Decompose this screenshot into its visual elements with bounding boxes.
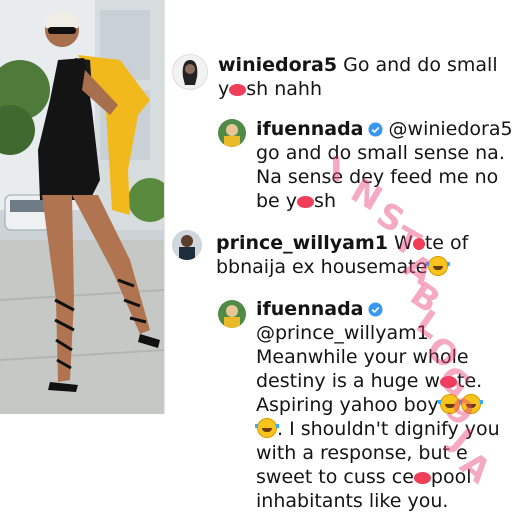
comment-text: bbnaija ex housemate xyxy=(216,256,428,278)
comment-text: with a response, but e xyxy=(256,442,468,464)
comment-text: be y xyxy=(256,190,298,212)
mention-link[interactable]: @winiedora5 xyxy=(389,118,513,140)
verified-badge-icon xyxy=(367,122,383,137)
comment-text: go and do small sense na. xyxy=(256,142,505,164)
laughing-emoji-icon xyxy=(437,394,462,414)
watermark-letter: B xyxy=(402,274,448,322)
avatar[interactable] xyxy=(172,230,202,260)
comment-text: te of xyxy=(424,232,469,254)
avatar[interactable] xyxy=(172,54,208,90)
censor-blot-icon xyxy=(229,84,247,96)
avatar-portrait-icon xyxy=(224,305,240,328)
avatar-silhouette-icon xyxy=(182,60,198,85)
comment-text: . I shouldn't dignify you xyxy=(277,418,500,440)
comment-text: W xyxy=(394,232,413,254)
post-photo xyxy=(0,0,165,414)
comment-text: inhabitants like you. xyxy=(256,490,449,512)
censor-blot-icon xyxy=(440,376,458,388)
censor-blot-icon xyxy=(297,196,315,208)
censor-blot-icon xyxy=(412,238,425,250)
comment-text: sweet to cuss ce xyxy=(256,466,414,488)
comment-text: destiny is a huge w xyxy=(256,370,441,392)
comment-username[interactable]: ifuennada xyxy=(256,118,364,140)
comment-text: Meanwhile your whole xyxy=(256,346,469,368)
comment-username[interactable]: prince_willyam1 xyxy=(216,232,388,254)
comment-text: Go and do small xyxy=(343,54,498,76)
laughing-emoji-icon xyxy=(255,418,279,438)
comment-text: y xyxy=(218,78,230,100)
comment-text: pool xyxy=(430,466,472,488)
verified-badge-icon xyxy=(367,302,383,317)
comment-username[interactable]: winiedora5 xyxy=(218,54,337,76)
avatar-portrait-icon xyxy=(179,235,195,260)
comment-username[interactable]: ifuennada xyxy=(256,298,364,320)
comment-text: sh xyxy=(314,190,336,212)
comment-text: sh nahh xyxy=(246,78,322,100)
woman-photo-illustration xyxy=(0,0,164,414)
avatar[interactable] xyxy=(218,300,246,328)
comment-text: te. xyxy=(457,370,483,392)
laughing-emoji-icon xyxy=(426,256,451,276)
comment-text: Na sense dey feed me no xyxy=(256,166,499,188)
avatar-portrait-icon xyxy=(224,124,240,147)
mention-link[interactable]: @prince_willyam1 xyxy=(256,322,429,346)
censor-blot-icon xyxy=(413,472,431,484)
comment-text: Aspiring yahoo boy xyxy=(256,394,439,416)
laughing-emoji-icon xyxy=(458,394,483,414)
avatar[interactable] xyxy=(218,119,246,147)
